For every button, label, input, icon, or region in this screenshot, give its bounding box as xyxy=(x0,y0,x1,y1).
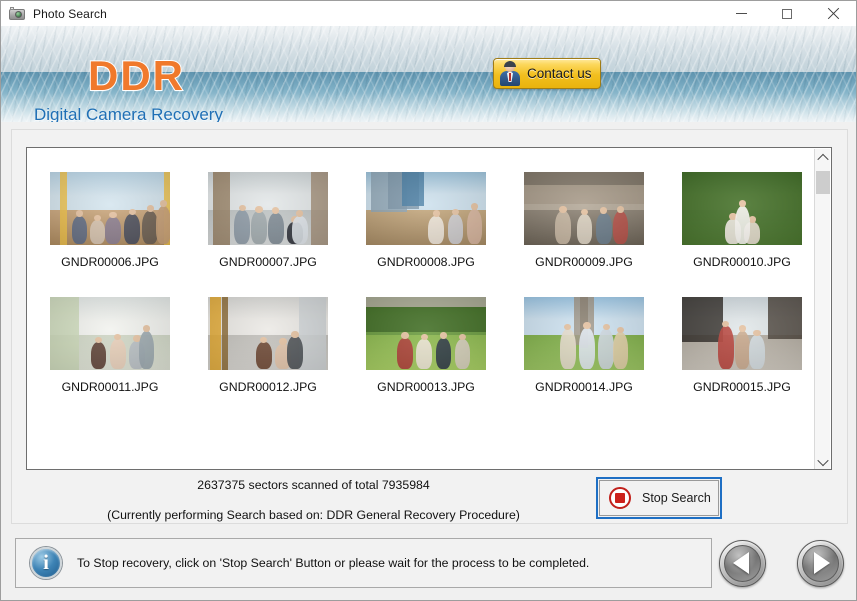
arrow-left-icon xyxy=(733,552,749,574)
scan-status-text: 2637375 sectors scanned of total 7935984 xyxy=(197,478,430,492)
thumbnail-filename: GNDR00007.JPG xyxy=(219,255,317,269)
thumbnail-image[interactable] xyxy=(366,172,486,245)
thumbnail-image[interactable] xyxy=(208,297,328,370)
thumbnail-grid: GNDR00006.JPG GNDR00007.JPG GNDR00008.JPG G… xyxy=(27,148,817,422)
minimize-button[interactable] xyxy=(718,1,764,26)
thumbnail-item[interactable]: GNDR00014.JPG xyxy=(509,297,659,394)
close-icon xyxy=(827,7,840,20)
thumbnail-item[interactable]: GNDR00009.JPG xyxy=(509,172,659,269)
recovery-panel: GNDR00006.JPG GNDR00007.JPG GNDR00008.JPG G… xyxy=(11,129,848,524)
thumbnail-item[interactable]: GNDR00007.JPG xyxy=(193,172,343,269)
scroll-down-button[interactable] xyxy=(815,453,831,469)
maximize-button[interactable] xyxy=(764,1,810,26)
title-bar: Photo Search xyxy=(1,1,856,26)
chevron-down-icon xyxy=(817,454,829,466)
info-message: To Stop recovery, click on 'Stop Search'… xyxy=(77,556,590,570)
thumbnail-filename: GNDR00013.JPG xyxy=(377,380,475,394)
thumbnail-image[interactable] xyxy=(208,172,328,245)
scan-procedure-text: (Currently performing Search based on: D… xyxy=(107,508,520,522)
thumbnail-filename: GNDR00011.JPG xyxy=(61,380,159,394)
scrollbar-thumb[interactable] xyxy=(816,171,830,194)
thumbnail-image[interactable] xyxy=(524,297,644,370)
thumbnail-filename: GNDR00006.JPG xyxy=(61,255,159,269)
window-controls xyxy=(718,1,856,26)
thumbnail-item[interactable]: GNDR00015.JPG xyxy=(667,297,817,394)
scroll-up-button[interactable] xyxy=(815,149,831,166)
app-banner: DDR Digital Camera Recovery Contact us xyxy=(1,26,856,122)
arrow-right-icon xyxy=(814,552,830,574)
back-button[interactable] xyxy=(719,539,766,587)
person-avatar-icon xyxy=(499,61,521,86)
thumbnail-item[interactable]: GNDR00013.JPG xyxy=(351,297,501,394)
window-title: Photo Search xyxy=(33,6,107,21)
thumbnail-item[interactable]: GNDR00012.JPG xyxy=(193,297,343,394)
info-bar: i To Stop recovery, click on 'Stop Searc… xyxy=(15,538,712,588)
thumbnail-image[interactable] xyxy=(682,172,802,245)
stop-search-label: Stop Search xyxy=(642,491,711,505)
ddr-logo: DDR xyxy=(87,51,185,100)
thumbnail-list-panel[interactable]: GNDR00006.JPG GNDR00007.JPG GNDR00008.JPG G… xyxy=(26,147,832,470)
thumbnail-image[interactable] xyxy=(524,172,644,245)
thumbnail-image[interactable] xyxy=(50,172,170,245)
contact-us-label: Contact us xyxy=(527,66,592,81)
thumbnail-filename: GNDR00009.JPG xyxy=(535,255,633,269)
thumbnail-item[interactable]: GNDR00010.JPG xyxy=(667,172,817,269)
thumbnail-image[interactable] xyxy=(682,297,802,370)
stop-search-button[interactable]: Stop Search xyxy=(596,477,722,519)
thumbnail-filename: GNDR00008.JPG xyxy=(377,255,475,269)
thumbnail-item[interactable]: GNDR00008.JPG xyxy=(351,172,501,269)
photo-search-window: Photo Search DDR Digital Camera Recovery… xyxy=(0,0,857,601)
chevron-up-icon xyxy=(817,153,829,165)
navigation-buttons xyxy=(719,538,844,588)
minimize-icon xyxy=(735,13,747,14)
thumbnail-image[interactable] xyxy=(50,297,170,370)
next-button[interactable] xyxy=(797,539,844,587)
banner-subtitle: Digital Camera Recovery xyxy=(34,105,223,122)
close-button[interactable] xyxy=(810,1,856,26)
contact-us-button[interactable]: Contact us xyxy=(493,58,601,89)
vertical-scrollbar[interactable] xyxy=(814,149,831,469)
thumbnail-image[interactable] xyxy=(366,297,486,370)
thumbnail-item[interactable]: GNDR00011.JPG xyxy=(35,297,185,394)
camera-icon xyxy=(9,6,25,22)
maximize-icon xyxy=(782,8,792,19)
info-icon: i xyxy=(30,547,62,579)
thumbnail-filename: GNDR00014.JPG xyxy=(535,380,633,394)
thumbnail-filename: GNDR00012.JPG xyxy=(219,380,317,394)
thumbnail-item[interactable]: GNDR00006.JPG xyxy=(35,172,185,269)
stop-circle-icon xyxy=(609,487,631,509)
thumbnail-filename: GNDR00010.JPG xyxy=(693,255,791,269)
thumbnail-filename: GNDR00015.JPG xyxy=(693,380,791,394)
